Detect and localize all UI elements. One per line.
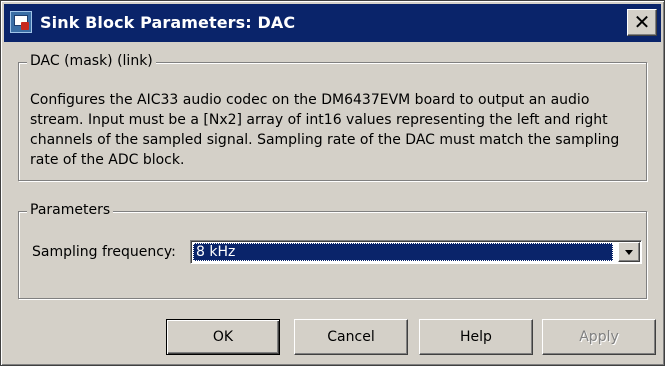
- cancel-button-label: Cancel: [327, 329, 375, 345]
- window-title: Sink Block Parameters: DAC: [40, 13, 296, 32]
- parameters-group: Parameters Sampling frequency: 8 kHz: [18, 202, 647, 299]
- apply-button-label: Apply: [579, 329, 619, 345]
- title-bar[interactable]: Sink Block Parameters: DAC ✕: [4, 4, 661, 42]
- close-button[interactable]: ✕: [627, 9, 657, 36]
- ok-button[interactable]: OK: [166, 319, 280, 355]
- chevron-down-icon: [625, 250, 633, 255]
- sampling-frequency-dropdown[interactable]: 8 kHz: [190, 240, 642, 264]
- help-button-label: Help: [460, 329, 492, 345]
- description-group: DAC (mask) (link) Configures the AIC33 a…: [18, 53, 647, 181]
- simulink-block-icon: [10, 11, 32, 33]
- ok-button-label: OK: [212, 329, 234, 345]
- close-icon: ✕: [633, 10, 651, 34]
- parameters-group-label: Parameters: [27, 202, 114, 218]
- apply-button[interactable]: Apply: [542, 319, 656, 355]
- dropdown-arrow-button[interactable]: [618, 242, 640, 262]
- sampling-frequency-value: 8 kHz: [193, 243, 613, 261]
- dialog-window: Sink Block Parameters: DAC ✕ DAC (mask) …: [0, 0, 665, 366]
- sampling-frequency-label: Sampling frequency:: [32, 244, 176, 260]
- help-button[interactable]: Help: [419, 319, 533, 355]
- block-description: Configures the AIC33 audio codec on the …: [30, 92, 620, 168]
- cancel-button[interactable]: Cancel: [294, 319, 408, 355]
- description-group-label: DAC (mask) (link): [27, 53, 156, 69]
